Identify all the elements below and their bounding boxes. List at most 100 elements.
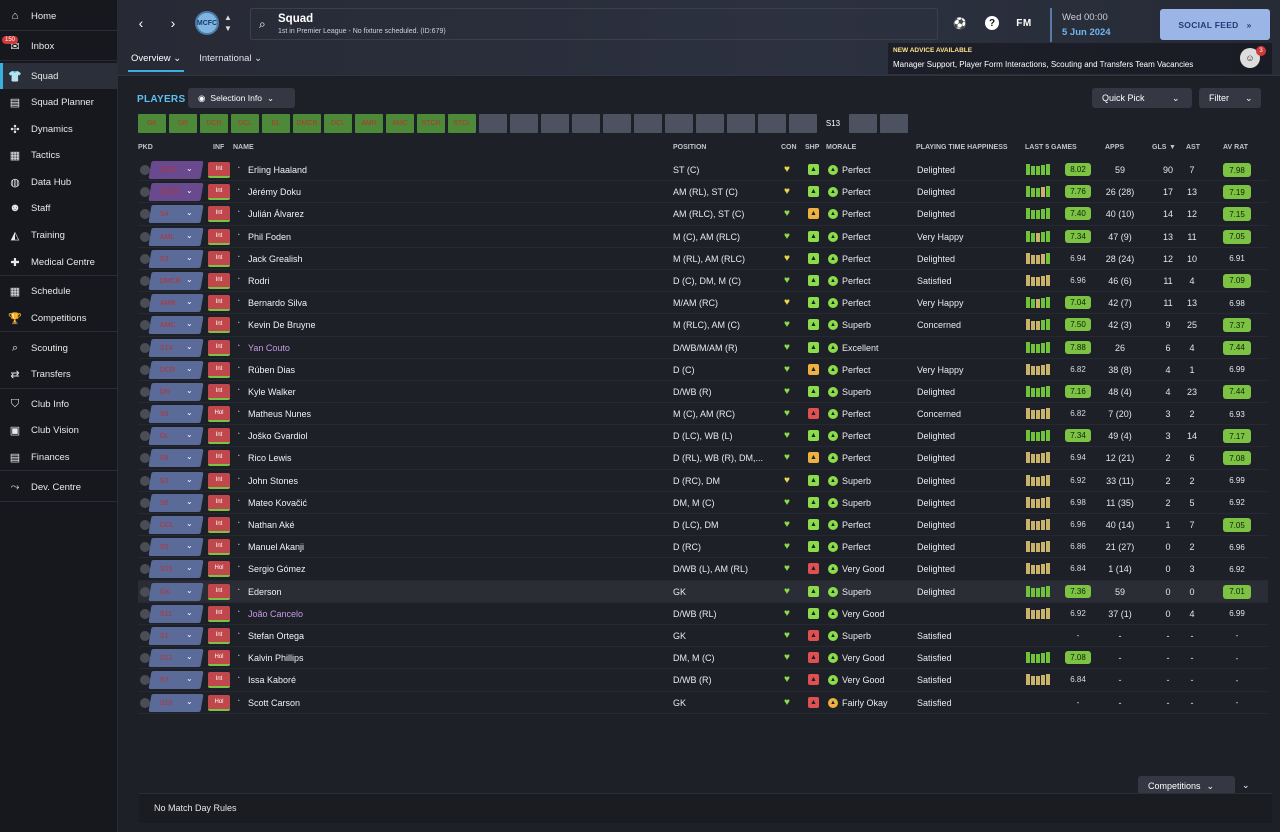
table-row[interactable]: S15 ⌄ Hol ◔ Sergio Gómez D/WB (L), AM (RL) ♥ ▲ ▲…	[138, 558, 1268, 581]
info-badge[interactable]: Int	[208, 228, 230, 245]
table-row[interactable]: AML ⌄ Int ◔ Phil Foden M (C), AM (RLC) ♥ ▲ ▲ Perf…	[138, 226, 1268, 248]
sub-chip[interactable]	[603, 114, 631, 133]
fm-logo[interactable]: FM	[1015, 14, 1033, 32]
table-row[interactable]: S4 ⌄ Int ◔ Julián Álvarez AM (RLC), ST (C) ♥ ▲ ▲…	[138, 203, 1268, 226]
position-chip[interactable]: AMR	[355, 114, 383, 133]
position-chip[interactable]: DR	[169, 114, 197, 133]
selection-dropdown[interactable]: S10	[148, 693, 204, 712]
player-name[interactable]: Jack Grealish	[248, 254, 303, 264]
col-header-avrat[interactable]: AV RAT	[1223, 144, 1248, 151]
expand-chevron-icon[interactable]: ⌄	[1242, 780, 1250, 791]
table-row[interactable]: S12 ⌄ Hol ◔ Kalvin Phillips DM, M (C) ♥ ▲ ▲ Very …	[138, 647, 1268, 670]
col-header-name[interactable]: NAME	[233, 144, 254, 151]
sub-chip[interactable]	[758, 114, 786, 133]
position-chip[interactable]: AMC	[386, 114, 414, 133]
player-name[interactable]: Erling Haaland	[248, 165, 307, 175]
table-row[interactable]: S9 ⌄ Hol ◔ Matheus Nunes M (C), AM (RC) ♥ ▲ ▲ Per…	[138, 403, 1268, 426]
col-header-last5[interactable]: LAST 5 GAMES	[1025, 144, 1077, 151]
position-chip[interactable]: DCL	[324, 114, 352, 133]
info-badge[interactable]: Int	[208, 494, 230, 511]
selection-info-button[interactable]: ◉ Selection Info ⌄	[188, 88, 295, 108]
selection-dropdown[interactable]: S6	[148, 493, 204, 512]
info-badge[interactable]: Hol	[208, 561, 230, 578]
sort-desc-icon[interactable]: ▼	[1169, 144, 1176, 151]
sidebar-item-competitions[interactable]: 🏆 Competitions	[0, 305, 118, 331]
back-arrow-icon[interactable]: ‹	[130, 12, 152, 34]
selection-dropdown[interactable]: S3	[148, 249, 204, 268]
club-switch-arrows-icon[interactable]: ▲ ▼	[224, 12, 232, 34]
player-name[interactable]: Kevin De Bruyne	[248, 320, 316, 330]
info-badge[interactable]: Int	[208, 162, 230, 178]
table-row[interactable]: S8 ⌄ Int ◔ Rico Lewis D (RL), WB (R), DM,... ♥…	[138, 447, 1268, 470]
player-name[interactable]: Kalvin Phillips	[248, 653, 304, 663]
selection-dropdown[interactable]: S8	[148, 449, 204, 468]
sidebar-item-club-vision[interactable]: ▣ Club Vision	[0, 417, 118, 443]
position-chip[interactable]: DCR	[200, 114, 228, 133]
table-row[interactable]: S11 ⌄ Int ◔ João Cancelo D/WB (RL) ♥ ▲ ▲ Very Goo…	[138, 603, 1268, 625]
sub-chip[interactable]	[789, 114, 817, 133]
info-badge[interactable]: Int	[208, 450, 230, 467]
table-row[interactable]: DR ⌄ Int ◔ Kyle Walker D/WB (R) ♥ ▲ ▲ Superb Delig…	[138, 381, 1268, 404]
col-header-ast[interactable]: AST	[1186, 144, 1200, 151]
sidebar-item-training[interactable]: ◭ Training	[0, 222, 118, 248]
table-row[interactable]: S14 ⌄ Int ◔ Yan Couto D/WB/M/AM (R) ♥ ▲ ▲ Excelle…	[138, 337, 1268, 359]
sub-chip[interactable]	[849, 114, 877, 133]
info-badge[interactable]: Int	[208, 295, 230, 312]
search-icon[interactable]: ⌕	[259, 17, 266, 32]
sidebar-item-finances[interactable]: ▤ Finances	[0, 444, 118, 470]
table-row[interactable]: S2 ⌄ Int ◔ John Stones D (RC), DM ♥ ▲ ▲ Superb Del…	[138, 470, 1268, 492]
sub-chip[interactable]	[665, 114, 693, 133]
selection-dropdown[interactable]: S14	[148, 338, 204, 357]
info-badge[interactable]: Int	[208, 339, 230, 356]
sidebar-item-medical-centre[interactable]: ✚ Medical Centre	[0, 249, 118, 275]
col-header-gls[interactable]: GLS	[1152, 144, 1166, 151]
info-badge[interactable]: Int	[208, 517, 230, 533]
selection-dropdown[interactable]: DL	[148, 427, 204, 446]
sidebar-item-scouting[interactable]: ⌕ Scouting	[0, 335, 118, 361]
info-badge[interactable]: Int	[208, 428, 230, 445]
info-badge[interactable]: Int	[208, 605, 230, 622]
position-chip[interactable]: DMCR	[293, 114, 321, 133]
selection-dropdown[interactable]: S12	[148, 649, 204, 668]
player-name[interactable]: Yan Couto	[248, 343, 290, 353]
selection-dropdown[interactable]: GK	[148, 582, 204, 601]
sidebar-item-inbox[interactable]: ✉ Inbox 150	[0, 33, 118, 59]
selection-dropdown[interactable]: S9	[148, 405, 204, 424]
info-badge[interactable]: Int	[208, 317, 230, 334]
player-name[interactable]: Ederson	[248, 587, 282, 597]
info-badge[interactable]: Hol	[208, 694, 230, 711]
table-row[interactable]: S5 ⌄ Int ◔ Manuel Akanji D (RC) ♥ ▲ ▲ Perfect Deli…	[138, 536, 1268, 559]
quick-pick-button[interactable]: Quick Pick ⌄	[1092, 88, 1192, 108]
player-name[interactable]: Manuel Akanji	[248, 542, 304, 552]
selection-dropdown[interactable]: S5	[148, 538, 204, 557]
col-header-position[interactable]: POSITION	[673, 144, 706, 151]
player-name[interactable]: Nathan Aké	[248, 520, 295, 530]
table-row[interactable]: S1 ⌄ Int ◔ Stefan Ortega GK ♥ ▲ ▲ Superb Satisfied…	[138, 625, 1268, 648]
info-badge[interactable]: Int	[208, 383, 230, 400]
position-chip[interactable]: DL	[262, 114, 290, 133]
player-name[interactable]: Issa Kaboré	[248, 675, 296, 685]
player-name[interactable]: Mateo Kovačić	[248, 498, 307, 508]
player-name[interactable]: João Cancelo	[248, 609, 303, 619]
col-header-con[interactable]: CON	[781, 144, 797, 151]
sub-chip[interactable]	[727, 114, 755, 133]
info-badge[interactable]: Int	[208, 184, 230, 201]
col-header-inf[interactable]: INF	[213, 144, 224, 151]
sidebar-item-dynamics[interactable]: ✣ Dynamics	[0, 116, 118, 142]
player-name[interactable]: Joško Gvardiol	[248, 431, 308, 441]
sub-chip[interactable]	[880, 114, 908, 133]
player-name[interactable]: Phil Foden	[248, 232, 291, 242]
sidebar-item-tactics[interactable]: ▦ Tactics	[0, 142, 118, 168]
selection-dropdown[interactable]: DCR	[148, 360, 204, 379]
selection-dropdown[interactable]: S11	[148, 604, 204, 623]
sidebar-item-home[interactable]: ⌂ Home	[0, 3, 118, 29]
info-badge[interactable]: Int	[208, 206, 230, 223]
position-chip[interactable]: STCL	[448, 114, 476, 133]
player-name[interactable]: Rico Lewis	[248, 453, 292, 463]
selection-dropdown[interactable]: S7	[148, 671, 204, 690]
table-row[interactable]: DCL ⌄ Int ◔ Nathan Aké D (LC), DM ♥ ▲ ▲ Perfect De…	[138, 514, 1268, 537]
selection-dropdown[interactable]: STCR	[148, 183, 204, 202]
selection-dropdown[interactable]: DCL	[148, 516, 204, 534]
info-badge[interactable]: Int	[208, 672, 230, 689]
selection-dropdown[interactable]: AMR	[148, 294, 204, 313]
